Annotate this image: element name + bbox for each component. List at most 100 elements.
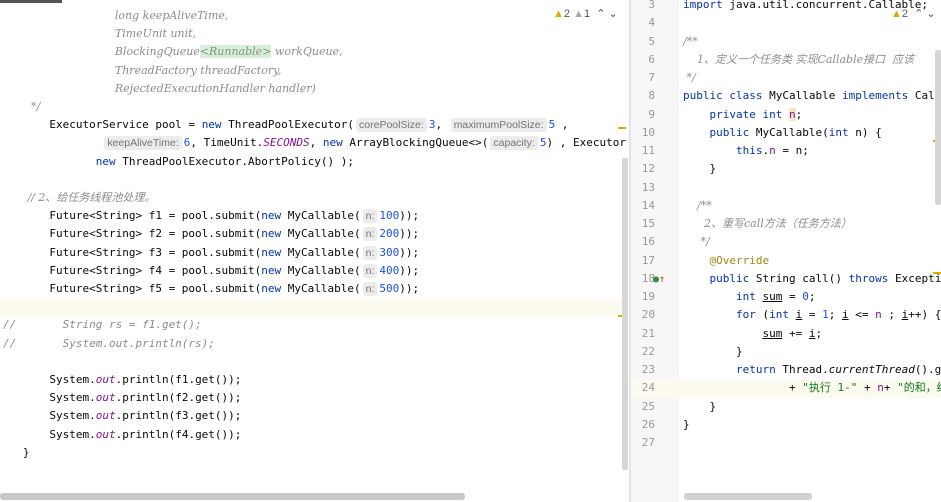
code-line[interactable]: TimeUnit unit, xyxy=(3,25,196,43)
code-line[interactable]: System.out.println(f1.get()); xyxy=(3,371,241,389)
code-line[interactable]: // String rs = f1.get(); xyxy=(3,316,202,334)
code-line[interactable]: ExecutorService pool = new ThreadPoolExe… xyxy=(3,116,568,134)
warning-icon: ▲ xyxy=(573,8,584,20)
code-token: 400 xyxy=(379,263,400,277)
inspection-widget[interactable]: ▲2 ⌃ ⌄ xyxy=(891,7,936,20)
code-token: int xyxy=(769,308,789,322)
code-token: Future<String> f2 = pool.submit( xyxy=(3,227,262,241)
code-line[interactable]: System.out.println(f3.get()); xyxy=(3,407,241,425)
code-token: public xyxy=(709,125,750,139)
line-number: 22 xyxy=(641,344,655,358)
code-token: // 2、给任务线程池处理。 xyxy=(3,191,156,204)
code-token: "的和，结 xyxy=(897,381,941,395)
code-line[interactable]: new ThreadPoolExecutor.AbortPolicy() ); xyxy=(3,153,354,171)
prev-highlight-button[interactable]: ⌃ xyxy=(596,8,605,20)
line-number: 8 xyxy=(648,89,655,103)
code-line[interactable]: RejectedExecutionHandler handler) xyxy=(3,80,316,98)
code-token: ) , Executor xyxy=(546,136,626,150)
horizontal-scrollbar[interactable] xyxy=(684,493,812,500)
line-number: 24 xyxy=(641,381,655,395)
line-number: 13 xyxy=(641,180,655,194)
code-line[interactable]: // System.out.println(rs); xyxy=(3,335,215,353)
code-line[interactable]: } xyxy=(3,444,30,462)
code-line[interactable]: System.out.println(f2.get()); xyxy=(3,389,241,407)
code-line[interactable]: BlockingQueue<Runnable> workQueue, xyxy=(3,43,343,61)
error-icon: ▲ xyxy=(553,8,564,20)
code-token: Thread. xyxy=(775,363,829,376)
code-line[interactable]: } xyxy=(683,416,690,434)
code-line[interactable]: Future<String> f1 = pool.submit(new MyCa… xyxy=(3,207,419,225)
code-token: .println(f4.get()); xyxy=(115,427,242,441)
code-token: 500 xyxy=(379,282,400,295)
code-token: } xyxy=(683,344,743,358)
code-line[interactable]: sum += i; xyxy=(683,325,822,343)
code-line[interactable]: keepAliveTime: 6, TimeUnit.SECONDS, new A… xyxy=(3,134,626,152)
parameter-hint: maximumPoolSize: xyxy=(450,118,547,133)
code-line[interactable]: 1、定义一个任务类 实现Callable接口 应该 xyxy=(683,51,914,69)
next-highlight-button[interactable]: ⌄ xyxy=(609,8,618,20)
code-line[interactable]: private int n; xyxy=(683,106,802,124)
code-token: + xyxy=(857,381,878,395)
parameter-hint: n: xyxy=(362,209,378,224)
code-line[interactable]: */ xyxy=(683,69,695,87)
code-line[interactable]: /** xyxy=(683,197,712,215)
code-line[interactable]: + "执行 1-" + n+ "的和，结 xyxy=(683,379,941,397)
code-line[interactable]: Future<String> f5 = pool.submit(new MyCa… xyxy=(3,280,419,298)
code-line[interactable]: */ xyxy=(683,233,709,251)
code-line[interactable]: Future<String> f4 = pool.submit(new MyCa… xyxy=(3,262,419,280)
code-token: += xyxy=(782,326,809,340)
code-line[interactable]: 2、重写call方法（任务方法） xyxy=(683,215,852,233)
code-line[interactable]: ThreadFactory threadFactory, xyxy=(3,62,281,80)
code-line[interactable]: System.out.println(f4.get()); xyxy=(3,426,241,444)
vertical-scrollbar[interactable] xyxy=(622,158,628,470)
prev-highlight-button[interactable]: ⌃ xyxy=(914,8,923,20)
left-editor-pane[interactable]: long keepAliveTime, TimeUnit unit, Block… xyxy=(0,0,630,502)
code-line[interactable]: Future<String> f3 = pool.submit(new MyCa… xyxy=(3,244,419,262)
code-token: , TimeUnit. xyxy=(190,136,264,150)
code-token: , xyxy=(309,136,323,150)
code-line[interactable]: /** xyxy=(683,33,698,51)
code-token: long keepAliveTime, xyxy=(3,9,229,22)
code-line[interactable]: for (int i = 1; i <= n ; i++) { xyxy=(683,306,941,324)
code-token: out xyxy=(95,391,116,405)
code-line[interactable]: long keepAliveTime, xyxy=(3,7,229,25)
code-token: // String rs = f1.get(); xyxy=(3,318,202,332)
code-line[interactable]: // 2、给任务线程池处理。 xyxy=(3,189,155,207)
code-line[interactable]: this.n = n; xyxy=(683,142,809,160)
line-number: 20 xyxy=(641,308,655,322)
code-token: MyCallable xyxy=(762,89,842,103)
next-highlight-button[interactable]: ⌄ xyxy=(926,8,935,20)
right-editor-pane[interactable]: import java.util.concurrent.Callable;/**… xyxy=(631,0,941,502)
code-line[interactable]: public String call() throws Exception { xyxy=(683,270,941,288)
code-token: ThreadFactory threadFactory, xyxy=(3,63,282,77)
code-line[interactable]: } xyxy=(683,398,716,416)
code-line[interactable]: return Thread.currentThread().getName() xyxy=(683,361,941,379)
code-token: n xyxy=(877,381,884,395)
warning-marker[interactable] xyxy=(933,272,941,274)
vertical-scrollbar[interactable] xyxy=(935,50,941,205)
code-line[interactable]: } xyxy=(683,160,716,178)
code-token: 100 xyxy=(379,209,400,223)
code-line[interactable]: */ xyxy=(3,98,40,116)
code-token: ; xyxy=(815,326,823,340)
code-token: 300 xyxy=(379,245,400,259)
inspection-widget[interactable]: ▲2 ▲1 ⌃ ⌄ xyxy=(553,7,618,20)
current-line-highlight xyxy=(0,299,625,317)
code-line[interactable]: } xyxy=(683,343,743,361)
code-line[interactable]: @Override xyxy=(683,252,770,270)
code-token: new xyxy=(261,209,282,223)
code-token: implements xyxy=(841,89,909,103)
line-number: 5 xyxy=(648,34,655,48)
code-token: import xyxy=(683,0,723,11)
code-line[interactable]: int sum = 0; xyxy=(683,288,816,306)
override-gutter-icon[interactable]: ●↑ xyxy=(653,274,665,285)
code-line[interactable]: Future<String> f2 = pool.submit(new MyCa… xyxy=(3,225,419,243)
code-token: <Runnable> xyxy=(199,45,272,59)
horizontal-scrollbar[interactable] xyxy=(0,493,465,500)
code-line[interactable]: public class MyCallable implements Calla… xyxy=(683,87,941,105)
code-token: i xyxy=(841,308,849,322)
code-token: public xyxy=(709,271,750,285)
warning-marker[interactable] xyxy=(618,127,626,129)
code-line[interactable]: public MyCallable(int n) { xyxy=(683,124,882,142)
